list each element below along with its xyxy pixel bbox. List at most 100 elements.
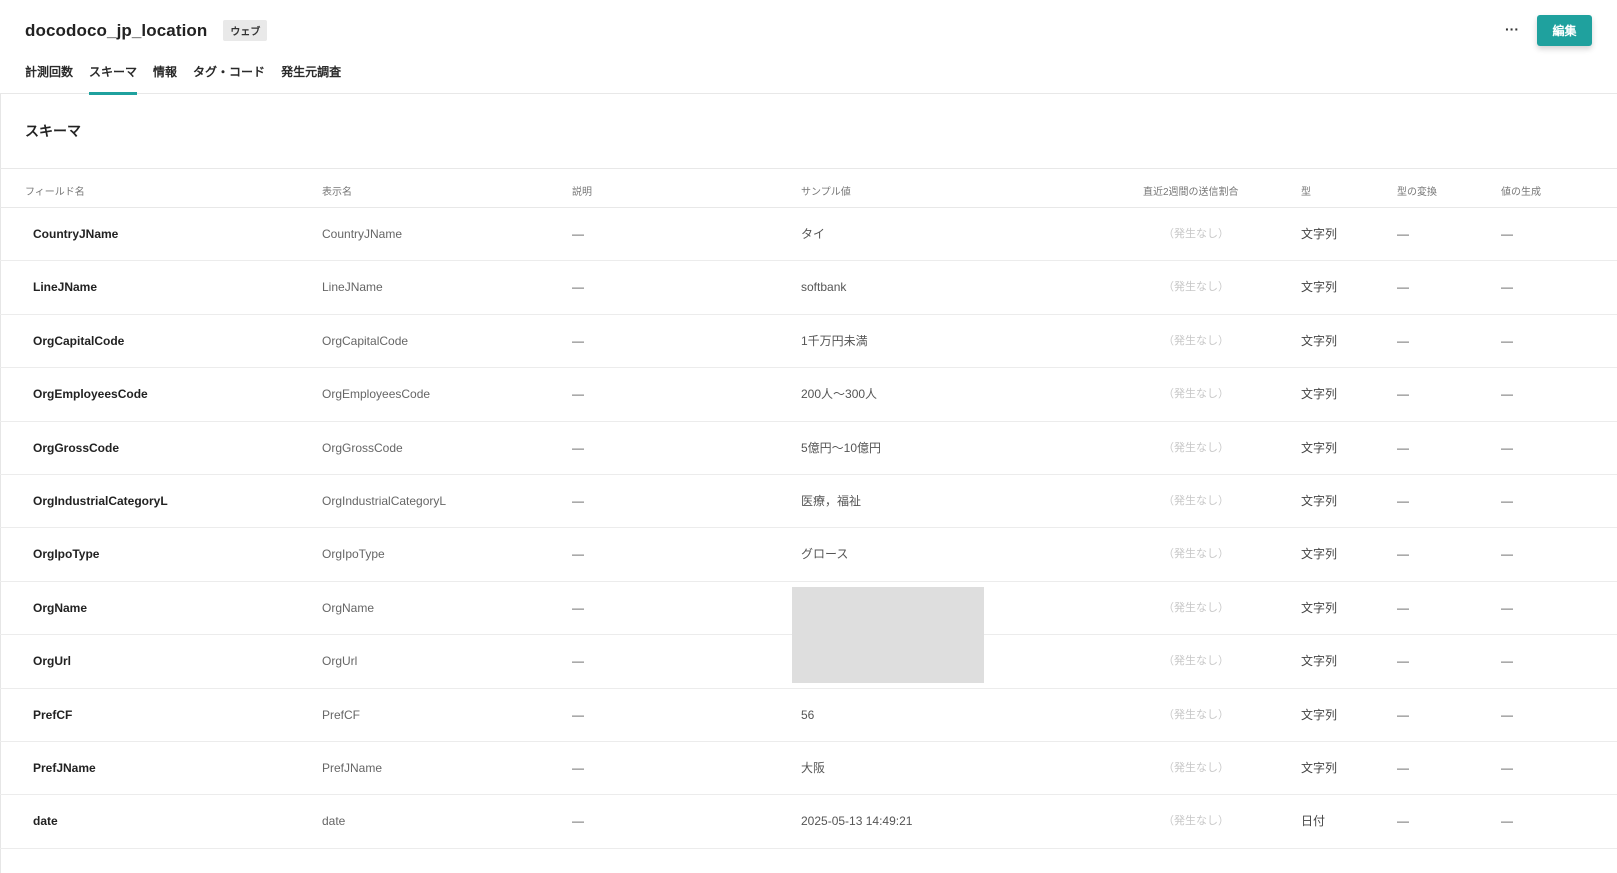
table-row[interactable]: OrgIpoType OrgIpoType — グロース （発生なし） 文字列 …	[0, 528, 1617, 582]
description: —	[572, 600, 584, 615]
field-type: 文字列	[1301, 493, 1338, 508]
table-body: CountryJName CountryJName — タイ （発生なし） 文字…	[0, 208, 1617, 849]
sample-value: 1千万円未満	[801, 333, 868, 348]
display-name: PrefJName	[322, 760, 383, 775]
display-name: LineJName	[322, 280, 383, 295]
table-row[interactable]: CountryJName CountryJName — タイ （発生なし） 文字…	[0, 208, 1617, 262]
description: —	[572, 387, 584, 402]
table-row[interactable]: OrgCapitalCode OrgCapitalCode — 1千万円未満 （…	[0, 315, 1617, 369]
display-name: date	[322, 814, 346, 829]
table-row[interactable]: PrefJName PrefJName — 大阪 （発生なし） 文字列 — —	[0, 742, 1617, 796]
send-ratio: （発生なし）	[1163, 441, 1229, 454]
table-row[interactable]: OrgEmployeesCode OrgEmployeesCode — 200人…	[0, 368, 1617, 422]
sample-value: 医療，福祉	[801, 493, 862, 508]
display-name: CountryJName	[322, 227, 403, 241]
tab-info[interactable]: 情報	[153, 62, 177, 94]
description: —	[572, 493, 584, 508]
column-header-value-generation: 値の生成	[1501, 187, 1541, 198]
field-name: OrgCapitalCode	[33, 333, 125, 348]
field-type: 文字列	[1301, 654, 1338, 669]
value-generation: —	[1501, 333, 1513, 348]
display-name: OrgIpoType	[322, 547, 385, 562]
description: —	[572, 333, 584, 348]
table-row[interactable]: OrgGrossCode OrgGrossCode — 5億円〜10億円 （発生…	[0, 422, 1617, 475]
source-type-badge: ウェブ	[223, 20, 268, 41]
value-generation: —	[1501, 814, 1513, 829]
tab-schema[interactable]: スキーマ	[89, 62, 138, 95]
value-generation: —	[1501, 387, 1513, 402]
field-name: LineJName	[33, 280, 98, 295]
field-name: OrgName	[33, 600, 88, 615]
type-conversion: —	[1397, 440, 1409, 455]
field-type: 日付	[1301, 814, 1326, 829]
table-row[interactable]: PrefCF PrefCF — 56 （発生なし） 文字列 — —	[0, 689, 1617, 742]
type-conversion: —	[1397, 600, 1409, 615]
field-name: OrgEmployeesCode	[33, 387, 148, 402]
sample-value: softbank	[801, 280, 847, 295]
value-generation: —	[1501, 440, 1513, 455]
send-ratio: （発生なし）	[1163, 815, 1229, 828]
sample-value: グロース	[801, 547, 849, 562]
description: —	[572, 814, 584, 829]
type-conversion: —	[1397, 387, 1409, 402]
field-type: 文字列	[1301, 333, 1338, 348]
description: —	[572, 440, 584, 455]
tab-source-investigation[interactable]: 発生元調査	[281, 62, 341, 94]
field-name: date	[33, 814, 58, 829]
display-name: PrefCF	[322, 707, 361, 722]
description: —	[572, 280, 584, 295]
send-ratio: （発生なし）	[1163, 761, 1229, 774]
type-conversion: —	[1397, 654, 1409, 669]
field-name: PrefCF	[33, 707, 73, 722]
description: —	[572, 654, 584, 669]
sample-value: タイ	[801, 227, 826, 241]
title-row: docodoco_jp_location ウェブ	[25, 20, 268, 41]
description: —	[572, 547, 584, 562]
value-generation: —	[1501, 547, 1513, 562]
table-row[interactable]: date date — 2025-05-13 14:49:21 （発生なし） 日…	[0, 795, 1617, 849]
description: —	[572, 707, 584, 722]
field-type: 文字列	[1301, 440, 1338, 455]
more-options-button[interactable]: ···	[1502, 20, 1522, 40]
description: —	[572, 760, 584, 775]
type-conversion: —	[1397, 333, 1409, 348]
send-ratio: （発生なし）	[1163, 601, 1229, 614]
table-row[interactable]: LineJName LineJName — softbank （発生なし） 文字…	[0, 261, 1617, 315]
column-header-field-name: フィールド名	[25, 187, 85, 198]
tab-tag-code[interactable]: タグ・コード	[193, 62, 265, 94]
value-generation: —	[1501, 654, 1513, 669]
field-name: OrgIpoType	[33, 547, 100, 562]
edit-button[interactable]: 編集	[1537, 15, 1592, 46]
section-title: スキーマ	[25, 123, 81, 139]
sample-value: 大阪	[801, 760, 826, 775]
sample-value: 200人〜300人	[801, 387, 878, 402]
table-row[interactable]: OrgIndustrialCategoryL OrgIndustrialCate…	[0, 475, 1617, 529]
send-ratio: （発生なし）	[1163, 548, 1229, 561]
sample-value: 2025-05-13 14:49:21	[801, 814, 913, 829]
value-generation: —	[1501, 707, 1513, 722]
type-conversion: —	[1397, 547, 1409, 562]
sample-value: 56	[801, 707, 815, 722]
send-ratio: （発生なし）	[1163, 281, 1229, 294]
tab-bar: 計測回数 スキーマ 情報 タグ・コード 発生元調査	[25, 62, 357, 95]
tab-measurement-count[interactable]: 計測回数	[25, 62, 73, 94]
page-title: docodoco_jp_location	[25, 20, 208, 40]
send-ratio: （発生なし）	[1163, 655, 1229, 668]
field-type: 文字列	[1301, 387, 1338, 402]
schema-page: docodoco_jp_location ウェブ ··· 編集 計測回数 スキー…	[0, 0, 1617, 873]
send-ratio: （発生なし）	[1163, 228, 1229, 240]
column-header-display-name: 表示名	[322, 187, 352, 198]
table-header: フィールド名 表示名 説明 サンプル値 直近2週間の送信割合 型 型の変換 値の…	[0, 169, 1617, 208]
send-ratio: （発生なし）	[1163, 388, 1229, 401]
send-ratio: （発生なし）	[1163, 494, 1229, 507]
column-header-description: 説明	[572, 187, 592, 198]
field-type: 文字列	[1301, 600, 1338, 615]
redacted-sample-block	[792, 587, 984, 683]
display-name: OrgIndustrialCategoryL	[322, 493, 447, 508]
display-name: OrgCapitalCode	[322, 333, 409, 348]
send-ratio: （発生なし）	[1163, 334, 1229, 347]
display-name: OrgName	[322, 600, 375, 615]
value-generation: —	[1501, 493, 1513, 508]
display-name: OrgUrl	[322, 654, 358, 669]
column-header-sample-value: サンプル値	[801, 187, 851, 198]
